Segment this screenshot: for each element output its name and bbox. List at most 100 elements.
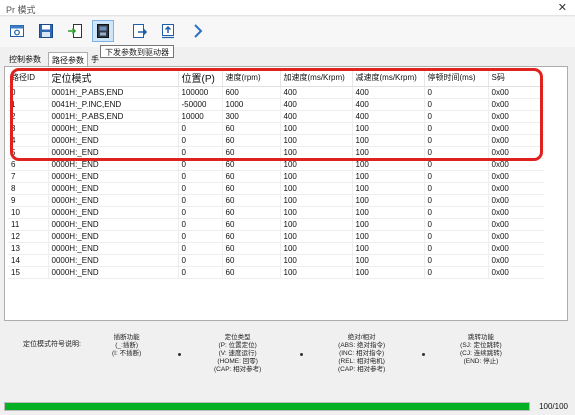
cell-position-mode[interactable]: 0000H:_END xyxy=(48,218,179,231)
cell-path-id[interactable]: 9 xyxy=(8,194,49,207)
export-button[interactable] xyxy=(128,20,150,42)
cell-position[interactable]: 100000 xyxy=(178,86,223,99)
col-header-path-id[interactable]: 路径ID xyxy=(8,70,49,87)
cell-dwell[interactable]: 0 xyxy=(424,242,489,255)
cell-s-code[interactable]: 0x00 xyxy=(488,242,544,255)
cell-accel[interactable]: 400 xyxy=(280,86,353,99)
cell-position[interactable]: -50000 xyxy=(178,98,223,111)
cell-path-id[interactable]: 6 xyxy=(8,158,49,171)
cell-position-mode[interactable]: 0000H:_END xyxy=(48,206,179,219)
table-row[interactable]: 12 0000H:_END 0 60 100 100 0 0x00 xyxy=(8,230,544,243)
cell-dwell[interactable]: 0 xyxy=(424,98,489,111)
cell-position-mode[interactable]: 0001H:_P.ABS,END xyxy=(48,110,179,123)
cell-speed[interactable]: 60 xyxy=(222,242,281,255)
cell-decel[interactable]: 100 xyxy=(352,182,425,195)
cell-path-id[interactable]: 13 xyxy=(8,242,49,255)
cell-speed[interactable]: 60 xyxy=(222,266,281,279)
cell-position[interactable]: 0 xyxy=(178,182,223,195)
cell-speed[interactable]: 60 xyxy=(222,254,281,267)
cell-speed[interactable]: 1000 xyxy=(222,98,281,111)
cell-accel[interactable]: 100 xyxy=(280,146,353,159)
table-row[interactable]: 13 0000H:_END 0 60 100 100 0 0x00 xyxy=(8,242,544,255)
cell-speed[interactable]: 60 xyxy=(222,134,281,147)
col-header-decel[interactable]: 减速度(ms/Krpm) xyxy=(352,70,425,87)
cell-position-mode[interactable]: 0001H:_P.ABS,END xyxy=(48,86,179,99)
cell-speed[interactable]: 60 xyxy=(222,170,281,183)
cell-s-code[interactable]: 0x00 xyxy=(488,170,544,183)
table-row[interactable]: 14 0000H:_END 0 60 100 100 0 0x00 xyxy=(8,254,544,267)
cell-s-code[interactable]: 0x00 xyxy=(488,98,544,111)
cell-decel[interactable]: 100 xyxy=(352,122,425,135)
table-row[interactable]: 0 0001H:_P.ABS,END 100000 600 400 400 0 0x00 xyxy=(8,86,544,99)
table-row[interactable]: 3 0000H:_END 0 60 100 100 0 0x00 xyxy=(8,122,544,135)
table-row[interactable]: 8 0000H:_END 0 60 100 100 0 0x00 xyxy=(8,182,544,195)
cell-s-code[interactable]: 0x00 xyxy=(488,266,544,279)
cell-accel[interactable]: 100 xyxy=(280,158,353,171)
cell-dwell[interactable]: 0 xyxy=(424,194,489,207)
cell-s-code[interactable]: 0x00 xyxy=(488,218,544,231)
col-header-s-code[interactable]: S码 xyxy=(488,70,544,87)
cell-path-id[interactable]: 15 xyxy=(8,266,49,279)
cell-position[interactable]: 0 xyxy=(178,218,223,231)
cell-accel[interactable]: 100 xyxy=(280,122,353,135)
cell-decel[interactable]: 100 xyxy=(352,146,425,159)
cell-decel[interactable]: 100 xyxy=(352,206,425,219)
cell-path-id[interactable]: 1 xyxy=(8,98,49,111)
cell-path-id[interactable]: 0 xyxy=(8,86,49,99)
cell-decel[interactable]: 100 xyxy=(352,230,425,243)
cell-dwell[interactable]: 0 xyxy=(424,110,489,123)
table-row[interactable]: 11 0000H:_END 0 60 100 100 0 0x00 xyxy=(8,218,544,231)
col-header-position-mode[interactable]: 定位模式 xyxy=(48,70,179,87)
next-button[interactable] xyxy=(187,20,209,42)
cell-dwell[interactable]: 0 xyxy=(424,266,489,279)
cell-decel[interactable]: 100 xyxy=(352,134,425,147)
col-header-accel[interactable]: 加速度(ms/Krpm) xyxy=(280,70,353,87)
cell-s-code[interactable]: 0x00 xyxy=(488,182,544,195)
cell-path-id[interactable]: 10 xyxy=(8,206,49,219)
cell-dwell[interactable]: 0 xyxy=(424,170,489,183)
cell-path-id[interactable]: 4 xyxy=(8,134,49,147)
cell-decel[interactable]: 100 xyxy=(352,194,425,207)
cell-dwell[interactable]: 0 xyxy=(424,230,489,243)
cell-path-id[interactable]: 3 xyxy=(8,122,49,135)
download-to-drive-button[interactable] xyxy=(92,20,114,42)
cell-speed[interactable]: 60 xyxy=(222,218,281,231)
cell-dwell[interactable]: 0 xyxy=(424,134,489,147)
cell-dwell[interactable]: 0 xyxy=(424,206,489,219)
table-row[interactable]: 6 0000H:_END 0 60 100 100 0 0x00 xyxy=(8,158,544,171)
table-row[interactable]: 1 0041H:_P.INC,END -50000 1000 400 400 0 0x00 xyxy=(8,98,544,111)
cell-position-mode[interactable]: 0000H:_END xyxy=(48,254,179,267)
table-row[interactable]: 7 0000H:_END 0 60 100 100 0 0x00 xyxy=(8,170,544,183)
cell-path-id[interactable]: 8 xyxy=(8,182,49,195)
cell-speed[interactable]: 60 xyxy=(222,194,281,207)
cell-position[interactable]: 0 xyxy=(178,146,223,159)
cell-s-code[interactable]: 0x00 xyxy=(488,146,544,159)
cell-accel[interactable]: 100 xyxy=(280,230,353,243)
cell-position[interactable]: 0 xyxy=(178,158,223,171)
cell-position-mode[interactable]: 0000H:_END xyxy=(48,170,179,183)
save-button[interactable] xyxy=(35,20,57,42)
cell-decel[interactable]: 400 xyxy=(352,110,425,123)
cell-speed[interactable]: 60 xyxy=(222,206,281,219)
upload-button[interactable] xyxy=(157,20,179,42)
cell-position-mode[interactable]: 0000H:_END xyxy=(48,134,179,147)
cell-path-id[interactable]: 12 xyxy=(8,230,49,243)
cell-position[interactable]: 0 xyxy=(178,194,223,207)
cell-speed[interactable]: 60 xyxy=(222,230,281,243)
cell-decel[interactable]: 100 xyxy=(352,170,425,183)
import-button[interactable] xyxy=(64,20,86,42)
cell-decel[interactable]: 100 xyxy=(352,254,425,267)
preview-button[interactable] xyxy=(6,20,28,42)
cell-accel[interactable]: 100 xyxy=(280,218,353,231)
close-icon[interactable]: ✕ xyxy=(558,1,567,14)
cell-s-code[interactable]: 0x00 xyxy=(488,158,544,171)
col-header-position[interactable]: 位置(P) xyxy=(178,70,223,87)
cell-speed[interactable]: 60 xyxy=(222,182,281,195)
cell-decel[interactable]: 100 xyxy=(352,158,425,171)
cell-path-id[interactable]: 11 xyxy=(8,218,49,231)
cell-decel[interactable]: 100 xyxy=(352,218,425,231)
cell-decel[interactable]: 400 xyxy=(352,86,425,99)
cell-accel[interactable]: 100 xyxy=(280,206,353,219)
cell-s-code[interactable]: 0x00 xyxy=(488,122,544,135)
tab-path-params[interactable]: 路径参数 xyxy=(48,52,88,66)
